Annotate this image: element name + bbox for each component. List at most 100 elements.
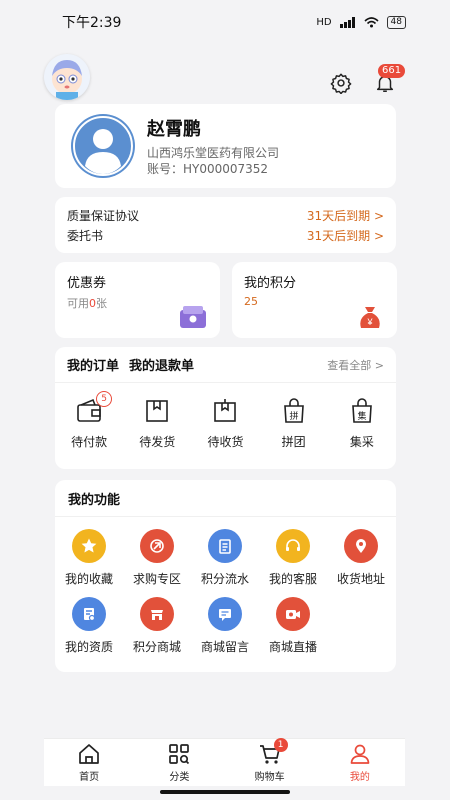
func-qualifications[interactable]: 我的资质 xyxy=(55,597,123,655)
tab-mine[interactable]: 我的 xyxy=(330,742,390,783)
func-message-board[interactable]: 商城留言 xyxy=(191,597,259,655)
svg-text:拼: 拼 xyxy=(289,410,298,422)
orders-tabs: 我的订单 我的退款单 xyxy=(67,355,194,374)
notifications-button[interactable]: 661 xyxy=(372,64,406,96)
battery-indicator: 48 xyxy=(386,15,406,29)
profile-account: 账号：HY000007352 xyxy=(147,162,269,176)
svg-text:¥: ¥ xyxy=(366,317,373,327)
profile-card[interactable]: 赵霄鹏 山西鸿乐堂医药有限公司 账号：HY000007352 xyxy=(55,104,396,188)
coupon-card[interactable]: 优惠券 可用0张 xyxy=(55,262,220,338)
func-label: 求购专区 xyxy=(132,572,181,586)
order-pending-payment[interactable]: 5 待付款 xyxy=(56,391,122,450)
functions-grid: 我的收藏 求购专区 积分流水 我的客服 收货地址 我的资质 积分商城 商城留言 … xyxy=(55,517,396,655)
func-points-mall[interactable]: 积分商城 xyxy=(123,597,191,655)
agreement-status: 31天后到期 > xyxy=(306,208,384,223)
func-shipping-address[interactable]: 收货地址 xyxy=(327,529,395,587)
agreement-status: 31天后到期 > xyxy=(306,228,384,243)
func-points-ledger[interactable]: 积分流水 xyxy=(191,529,259,587)
tab-cart[interactable]: 1 购物车 xyxy=(240,738,300,783)
star-icon xyxy=(72,529,106,563)
qualification-icon xyxy=(72,597,106,631)
tab-my-refunds[interactable]: 我的退款单 xyxy=(129,355,194,374)
user-avatar-icon xyxy=(73,116,133,176)
order-label: 待付款 xyxy=(71,435,108,449)
func-label: 我的资质 xyxy=(64,640,113,654)
mascot-avatar[interactable] xyxy=(44,54,90,100)
location-icon xyxy=(344,529,378,563)
category-icon xyxy=(169,744,190,765)
home-icon xyxy=(79,744,99,764)
tab-label: 购物车 xyxy=(254,772,285,783)
order-label: 待收货 xyxy=(207,435,244,449)
notification-badge: 661 xyxy=(378,64,406,78)
coupon-suffix: 张 xyxy=(96,297,107,310)
func-live-stream[interactable]: 商城直播 xyxy=(259,597,327,655)
message-board-icon xyxy=(208,597,242,631)
group-buy-icon: 拼 xyxy=(283,398,304,423)
tab-label: 我的 xyxy=(349,772,370,783)
func-label: 商城直播 xyxy=(268,640,317,654)
tab-my-orders[interactable]: 我的订单 xyxy=(67,355,119,374)
orders-card: 我的订单 我的退款单 查看全部 > 5 待付款 待发货 待收货 拼 拼团 集 集… xyxy=(55,347,396,469)
points-ledger-icon xyxy=(208,529,242,563)
func-favorites[interactable]: 我的收藏 xyxy=(55,529,123,587)
status-time: 下午2:39 xyxy=(62,15,122,31)
func-label: 收货地址 xyxy=(336,572,385,586)
points-mall-icon xyxy=(140,597,174,631)
points-title: 我的积分 xyxy=(244,276,297,291)
func-label: 商城留言 xyxy=(200,640,249,654)
customer-service-icon xyxy=(276,529,310,563)
settings-button[interactable] xyxy=(328,70,354,96)
coupon-count: 0 xyxy=(89,297,96,310)
status-bar: 下午2:39 HD 48 xyxy=(0,0,450,44)
agreement-row-quality[interactable]: 质量保证协议 31天后到期 > xyxy=(67,205,384,225)
order-group-buy[interactable]: 拼 拼团 xyxy=(261,397,327,450)
func-label: 我的收藏 xyxy=(64,572,113,586)
tab-category[interactable]: 分类 xyxy=(149,742,209,783)
functions-title: 我的功能 xyxy=(55,480,396,517)
signal-icon xyxy=(339,16,355,28)
profile-info: 赵霄鹏 山西鸿乐堂医药有限公司 账号：HY000007352 xyxy=(147,115,279,177)
functions-card: 我的功能 我的收藏 求购专区 积分流水 我的客服 收货地址 我的资质 积分商城 … xyxy=(55,480,396,672)
order-label: 待发货 xyxy=(139,435,176,449)
order-count-badge: 5 xyxy=(96,391,113,407)
order-pending-shipment[interactable]: 待发货 xyxy=(124,397,190,450)
user-icon xyxy=(350,744,370,764)
profile-company: 山西鸿乐堂医药有限公司 xyxy=(147,146,280,160)
order-label: 集采 xyxy=(349,435,374,449)
tab-label: 首页 xyxy=(79,772,100,783)
mascot-icon xyxy=(52,60,82,100)
svg-text:集: 集 xyxy=(357,410,366,422)
gear-icon xyxy=(330,73,352,94)
cart-count-badge: 1 xyxy=(273,738,288,752)
view-all-orders-link[interactable]: 查看全部 > xyxy=(327,357,384,373)
agreement-label: 质量保证协议 xyxy=(67,208,140,223)
bottom-tab-bar: 首页 分类 1 购物车 我的 xyxy=(44,738,405,786)
coupon-icon xyxy=(180,306,206,328)
money-bag-icon: ¥ xyxy=(360,307,380,328)
status-indicators: HD 48 xyxy=(316,15,406,29)
func-label: 积分流水 xyxy=(200,572,249,586)
order-status-row: 5 待付款 待发货 待收货 拼 拼团 集 集采 xyxy=(55,383,396,450)
coupon-title: 优惠券 xyxy=(67,276,107,291)
wifi-icon xyxy=(364,16,379,27)
network-label: HD xyxy=(316,16,332,28)
coupon-prefix: 可用 xyxy=(67,297,89,310)
header-actions: 661 xyxy=(328,64,406,96)
bulk-buy-icon: 集 xyxy=(351,398,372,423)
home-indicator xyxy=(160,790,290,794)
points-card[interactable]: 我的积分 25 ¥ xyxy=(232,262,397,338)
order-pending-receipt[interactable]: 待收货 xyxy=(192,397,258,450)
box-icon xyxy=(146,400,169,422)
orders-header: 我的订单 我的退款单 查看全部 > xyxy=(55,347,396,383)
profile-name: 赵霄鹏 xyxy=(147,119,201,140)
agreements-card: 质量保证协议 31天后到期 > 委托书 31天后到期 > xyxy=(55,197,396,253)
tab-home[interactable]: 首页 xyxy=(59,742,119,783)
func-customer-service[interactable]: 我的客服 xyxy=(259,529,327,587)
agreement-row-authorization[interactable]: 委托书 31天后到期 > xyxy=(67,225,384,245)
order-bulk-buy[interactable]: 集 集采 xyxy=(329,397,395,450)
func-purchase-request[interactable]: 求购专区 xyxy=(123,529,191,587)
order-label: 拼团 xyxy=(281,435,306,449)
user-avatar xyxy=(71,114,135,178)
agreement-label: 委托书 xyxy=(67,228,104,243)
